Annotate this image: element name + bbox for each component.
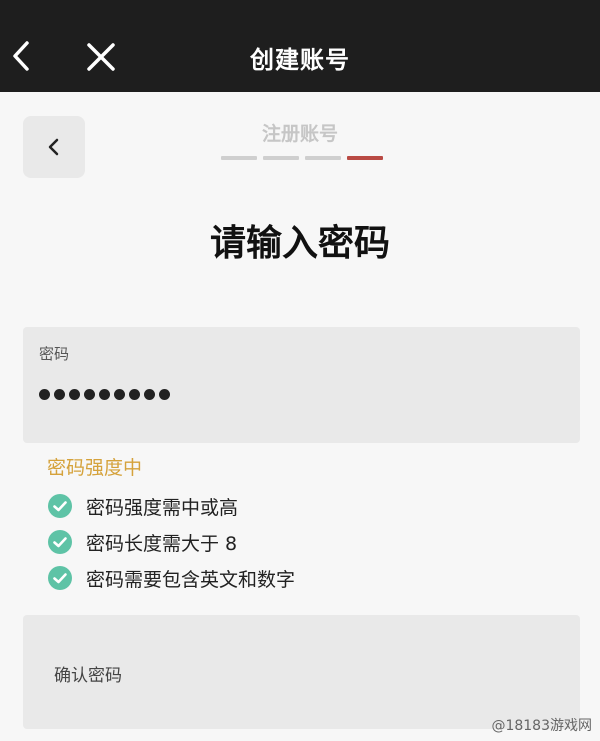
password-dot [159, 389, 170, 400]
password-label: 密码 [39, 345, 70, 363]
step-title: 注册账号 [261, 123, 338, 145]
step-progress [221, 156, 383, 160]
check-circle-icon [48, 494, 72, 518]
step-indicator-2 [263, 156, 299, 160]
page-title: 创建账号 [250, 46, 350, 74]
password-strength: 密码强度中 [47, 457, 143, 479]
rule-item: 密码长度需大于 8 [48, 524, 295, 560]
rule-text: 密码需要包含英文和数字 [86, 568, 296, 591]
rule-text: 密码长度需大于 8 [86, 532, 238, 555]
password-dot [54, 389, 65, 400]
page-heading: 请输入密码 [209, 223, 390, 264]
password-dot [129, 389, 140, 400]
check-circle-icon [48, 530, 72, 554]
password-rules: 密码强度需中或高 密码长度需大于 8 密码需要包含英文和数字 [48, 488, 295, 596]
rule-item: 密码需要包含英文和数字 [48, 560, 295, 596]
password-dot [99, 389, 110, 400]
step-indicator-1 [221, 156, 257, 160]
password-dot [114, 389, 125, 400]
confirm-password-label: 确认密码 [54, 666, 122, 686]
password-field[interactable]: 密码 [23, 327, 580, 443]
confirm-password-field[interactable]: 确认密码 [23, 615, 580, 729]
password-dot [69, 389, 80, 400]
password-dot [84, 389, 95, 400]
password-mask [39, 389, 170, 400]
title-bar: 创建账号 [0, 0, 600, 92]
password-dot [144, 389, 155, 400]
step-indicator-3 [305, 156, 341, 160]
check-circle-icon [48, 566, 72, 590]
step-indicator-4 [347, 156, 383, 160]
password-dot [39, 389, 50, 400]
rule-text: 密码强度需中或高 [86, 496, 239, 519]
rule-item: 密码强度需中或高 [48, 488, 295, 524]
watermark: @18183游戏网 [491, 718, 592, 734]
